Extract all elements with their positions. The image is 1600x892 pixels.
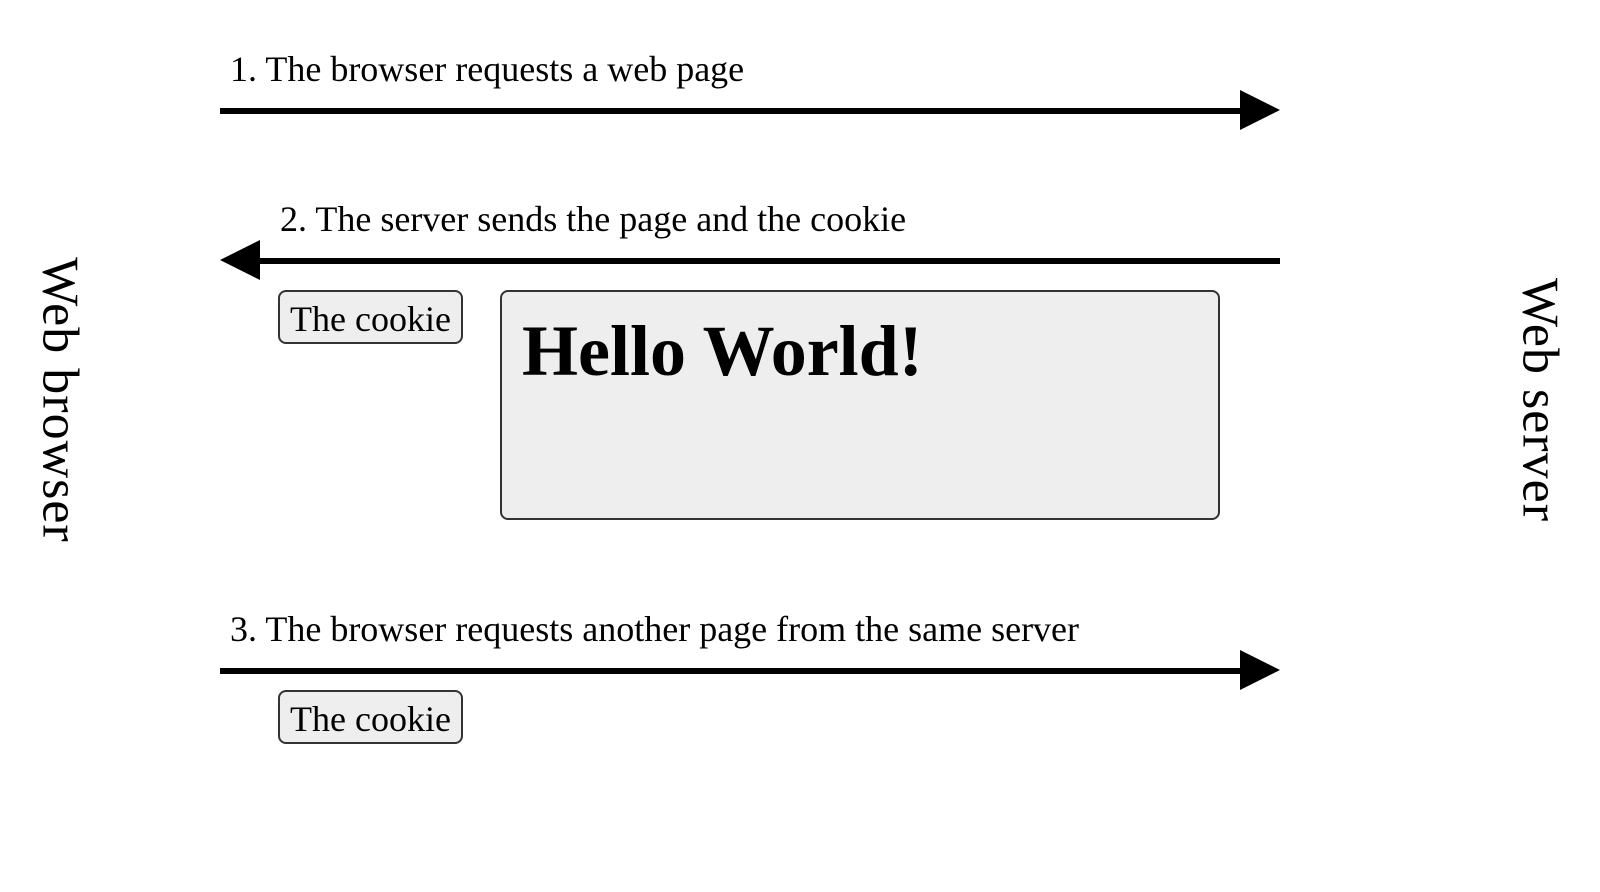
cookie-box-step-2: The cookie xyxy=(278,290,463,344)
cookie-sequence-diagram: Web browser Web server 1. The browser re… xyxy=(0,0,1600,892)
web-page-box: Hello World! xyxy=(500,290,1220,520)
cookie-box-step-3: The cookie xyxy=(278,690,463,744)
arrow-step-1: 1. The browser requests a web page xyxy=(220,90,1280,130)
arrow-step-3: 3. The browser requests another page fro… xyxy=(220,650,1280,690)
web-page-headline: Hello World! xyxy=(502,292,1218,393)
step-3-label: 3. The browser requests another page fro… xyxy=(230,608,1079,650)
actor-browser-label: Web browser xyxy=(31,257,90,543)
actor-server-label: Web server xyxy=(1511,278,1570,522)
arrow-step-2: 2. The server sends the page and the coo… xyxy=(220,240,1280,280)
step-1-label: 1. The browser requests a web page xyxy=(230,48,744,90)
step-2-label: 2. The server sends the page and the coo… xyxy=(280,198,906,240)
